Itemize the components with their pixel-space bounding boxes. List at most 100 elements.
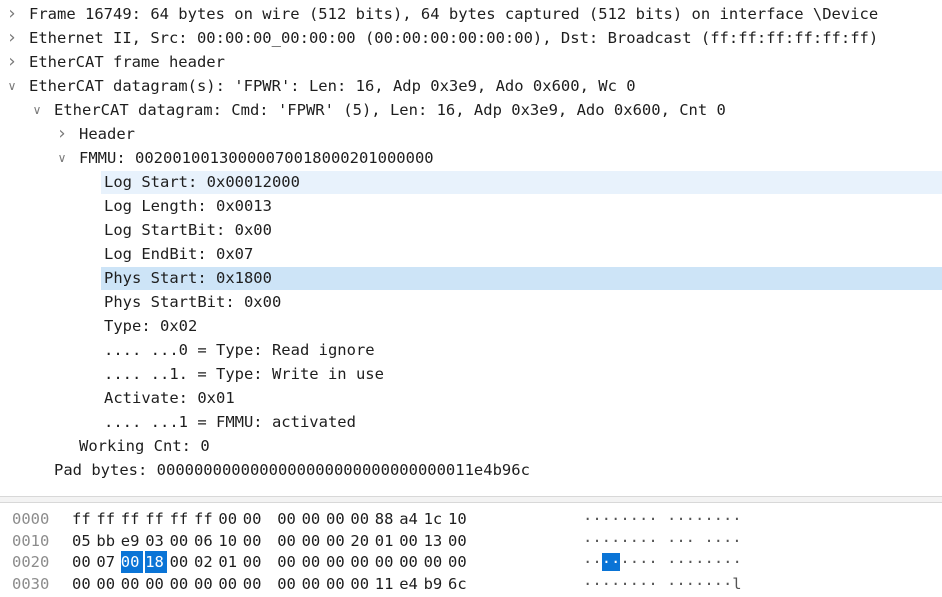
hex-byte[interactable]: 00	[243, 508, 265, 530]
chevron-down-icon[interactable]: ∨	[30, 98, 44, 122]
hex-byte[interactable]: 00	[399, 551, 421, 573]
hex-byte[interactable]: 00	[277, 573, 299, 595]
hex-byte[interactable]: 00	[448, 551, 470, 573]
tree-row[interactable]: .... ...1 = FMMU: activated	[0, 410, 942, 434]
ascii-column[interactable]: ········ ·······l	[583, 573, 742, 595]
hex-byte[interactable]: ff	[72, 508, 94, 530]
hex-row[interactable]: 0020 00 07 00 18 00 02 01 00 00 00 00 00 00 00 00 00 ····…	[0, 551, 942, 573]
chevron-right-icon[interactable]: ›	[5, 26, 19, 50]
tree-row[interactable]: .... ..1. = Type: Write in use	[0, 362, 942, 386]
chevron-right-icon[interactable]: ›	[5, 50, 19, 74]
hex-byte[interactable]: 00	[120, 551, 143, 573]
hex-row[interactable]: 0000 ff ff ff ff ff ff 00 00 00 00 00 00 88 a4 1c 10 ····…	[0, 508, 942, 530]
hex-byte[interactable]: 00	[243, 530, 265, 552]
hex-byte[interactable]: 00	[302, 573, 324, 595]
hex-byte[interactable]: 88	[375, 508, 397, 530]
tree-row[interactable]: Activate: 0x01	[0, 386, 942, 410]
chevron-down-icon[interactable]: ∨	[55, 146, 69, 170]
hex-byte[interactable]: ff	[145, 508, 167, 530]
hex-byte[interactable]: 00	[72, 551, 94, 573]
hex-byte[interactable]: 20	[350, 530, 372, 552]
tree-row[interactable]: › Header	[0, 122, 942, 146]
chevron-down-icon[interactable]: ∨	[5, 74, 19, 98]
hex-byte[interactable]: 00	[121, 573, 143, 595]
hex-byte[interactable]: e9	[121, 530, 143, 552]
hex-byte[interactable]: 00	[277, 551, 299, 573]
hex-byte[interactable]: 11	[375, 573, 397, 595]
hex-row[interactable]: 0030 00 00 00 00 00 00 00 00 00 00 00 00 11 e4 b9 6c ····…	[0, 573, 942, 595]
hex-byte[interactable]: ff	[121, 508, 143, 530]
hex-byte[interactable]: e4	[399, 573, 421, 595]
hex-byte[interactable]: 10	[448, 508, 470, 530]
hex-byte[interactable]: 00	[350, 551, 372, 573]
packet-details-tree[interactable]: › Frame 16749: 64 bytes on wire (512 bits…	[0, 2, 942, 492]
hex-byte[interactable]: 00	[170, 551, 192, 573]
hex-byte[interactable]: 01	[375, 530, 397, 552]
hex-byte[interactable]: 02	[194, 551, 216, 573]
hex-byte[interactable]: 00	[243, 573, 265, 595]
hex-byte[interactable]: 00	[399, 530, 421, 552]
pane-splitter[interactable]	[0, 496, 942, 503]
tree-row[interactable]: ∨ EtherCAT datagram: Cmd: 'FPWR' (5), Len…	[0, 98, 942, 122]
hex-byte[interactable]: 01	[218, 551, 240, 573]
hex-byte[interactable]: 00	[96, 573, 118, 595]
tree-row[interactable]: Log StartBit: 0x00	[0, 218, 942, 242]
chevron-right-icon[interactable]: ›	[55, 122, 69, 146]
hex-byte[interactable]: 00	[326, 530, 348, 552]
tree-row[interactable]: ∨ EtherCAT datagram(s): 'FPWR': Len: 16, …	[0, 74, 942, 98]
tree-row[interactable]: › EtherCAT frame header	[0, 50, 942, 74]
hex-byte[interactable]: 00	[218, 508, 240, 530]
hex-byte[interactable]: 00	[326, 551, 348, 573]
hex-byte[interactable]: 03	[145, 530, 167, 552]
hex-byte[interactable]: 18	[145, 551, 168, 573]
ascii-column[interactable]: ········ ········	[583, 508, 742, 530]
tree-row[interactable]: Phys StartBit: 0x00	[0, 290, 942, 314]
hex-byte[interactable]: 10	[218, 530, 240, 552]
hex-byte[interactable]: ff	[170, 508, 192, 530]
ascii-column[interactable]: ········ ··· ····	[583, 530, 742, 552]
tree-row[interactable]: Pad bytes: 00000000000000000000000000000…	[0, 458, 942, 482]
hex-row[interactable]: 0010 05 bb e9 03 00 06 10 00 00 00 00 20 01 00 13 00 ····…	[0, 530, 942, 552]
hex-byte[interactable]: 00	[302, 530, 324, 552]
tree-row[interactable]: Type: 0x02	[0, 314, 942, 338]
hex-byte[interactable]: 6c	[448, 573, 470, 595]
hex-byte[interactable]: bb	[96, 530, 118, 552]
hex-byte[interactable]: 00	[302, 551, 324, 573]
hex-byte[interactable]: 00	[145, 573, 167, 595]
hex-byte[interactable]: 05	[72, 530, 94, 552]
hex-byte[interactable]: 00	[448, 530, 470, 552]
tree-row[interactable]: › Frame 16749: 64 bytes on wire (512 bits…	[0, 2, 942, 26]
packet-bytes-pane[interactable]: 0000 ff ff ff ff ff ff 00 00 00 00 00 00 88 a4 1c 10 ····…	[0, 504, 942, 597]
hex-byte[interactable]: ff	[194, 508, 216, 530]
ascii-column[interactable]: ········ ········	[583, 551, 742, 573]
hex-byte[interactable]: 00	[170, 573, 192, 595]
hex-byte[interactable]: 00	[72, 573, 94, 595]
tree-row[interactable]: › Ethernet II, Src: 00:00:00_00:00:00 (00…	[0, 26, 942, 50]
hex-byte[interactable]: a4	[399, 508, 421, 530]
hex-byte[interactable]: b9	[424, 573, 446, 595]
hex-byte[interactable]: 00	[194, 573, 216, 595]
tree-row[interactable]: Working Cnt: 0	[0, 434, 942, 458]
hex-byte[interactable]: 00	[277, 508, 299, 530]
hex-byte[interactable]: 00	[170, 530, 192, 552]
hex-byte[interactable]: 00	[243, 551, 265, 573]
tree-row[interactable]: Log Start: 0x00012000	[0, 170, 942, 194]
chevron-right-icon[interactable]: ›	[5, 2, 19, 26]
hex-byte[interactable]: 00	[424, 551, 446, 573]
tree-row[interactable]: Log Length: 0x0013	[0, 194, 942, 218]
tree-row[interactable]: Phys Start: 0x1800	[0, 266, 942, 290]
hex-byte[interactable]: 07	[96, 551, 118, 573]
hex-byte[interactable]: 00	[218, 573, 240, 595]
hex-byte[interactable]: 00	[375, 551, 397, 573]
hex-byte[interactable]: 00	[326, 573, 348, 595]
hex-byte[interactable]: 00	[350, 573, 372, 595]
hex-byte[interactable]: 1c	[424, 508, 446, 530]
hex-byte[interactable]: 00	[350, 508, 372, 530]
hex-byte[interactable]: 06	[194, 530, 216, 552]
hex-byte[interactable]: ff	[96, 508, 118, 530]
hex-byte[interactable]: 00	[326, 508, 348, 530]
hex-byte[interactable]: 13	[424, 530, 446, 552]
hex-byte[interactable]: 00	[277, 530, 299, 552]
hex-byte[interactable]: 00	[302, 508, 324, 530]
tree-row[interactable]: .... ...0 = Type: Read ignore	[0, 338, 942, 362]
